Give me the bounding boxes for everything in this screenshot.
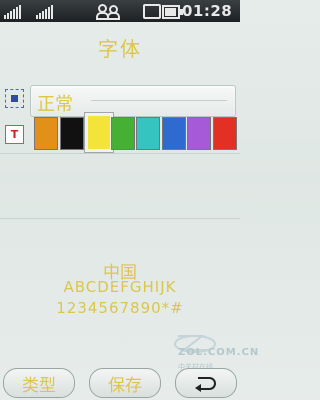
color-swatch-cyan[interactable]	[136, 117, 160, 150]
back-button[interactable]	[175, 368, 237, 398]
status-bar: 01:28	[0, 0, 240, 22]
color-swatch-orange[interactable]	[34, 117, 58, 150]
color-swatch-yellow[interactable]	[85, 113, 113, 152]
signal-bars-icon	[36, 3, 54, 19]
type-softkey[interactable]: 类型	[3, 368, 75, 398]
battery-icon	[162, 5, 183, 19]
font-style-icon	[5, 89, 24, 108]
softkey-bar: 类型 保存	[0, 366, 240, 400]
color-swatch-purple[interactable]	[187, 117, 211, 150]
color-swatch-blue[interactable]	[161, 117, 186, 150]
people-icon	[96, 3, 122, 20]
page-title: 字体	[98, 37, 142, 61]
sim-icon	[143, 4, 161, 19]
font-style-value: 正常	[37, 94, 73, 115]
back-arrow-icon	[195, 377, 217, 392]
color-swatch-red[interactable]	[212, 117, 237, 150]
preview-line-2: ABCDEFGHIJK	[63, 278, 177, 296]
save-softkey[interactable]: 保存	[89, 368, 161, 398]
divider	[0, 153, 240, 154]
color-swatch-green[interactable]	[110, 117, 135, 150]
signal-bars-icon	[4, 3, 22, 19]
color-swatch-black[interactable]	[59, 117, 84, 150]
divider	[0, 218, 240, 219]
font-color-icon: T	[5, 125, 24, 144]
preview-line-3: 1234567890*#	[56, 299, 184, 317]
font-style-field[interactable]: 正常	[30, 85, 236, 117]
watermark-brand: ZOL.COM.CN	[178, 347, 260, 358]
clock: 01:28	[182, 2, 233, 20]
